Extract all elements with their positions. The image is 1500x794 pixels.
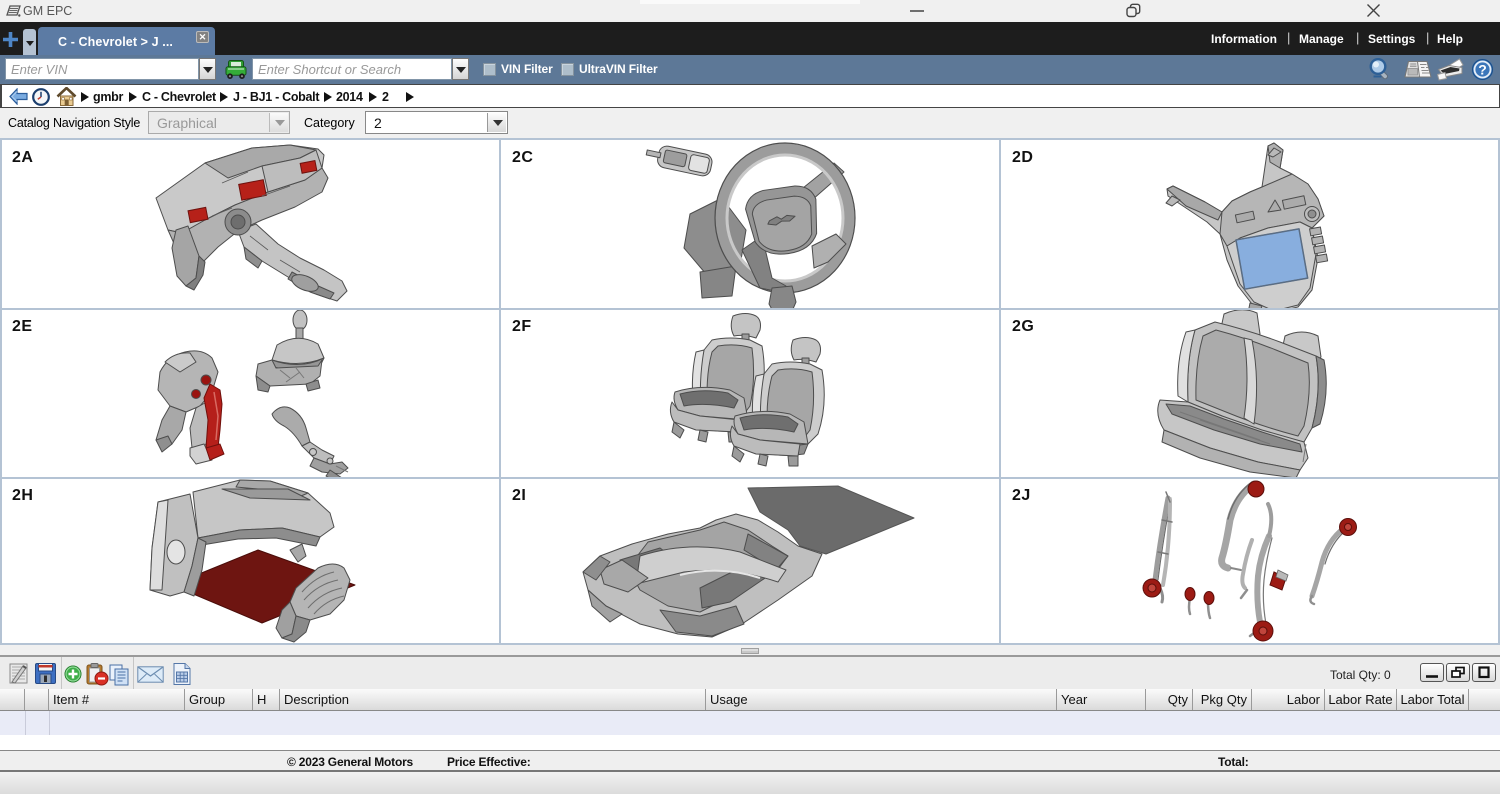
svg-text:?: ? xyxy=(1478,62,1487,78)
